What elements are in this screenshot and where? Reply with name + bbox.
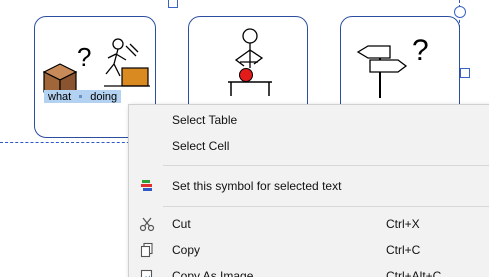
menu-separator [163, 165, 489, 166]
menu-separator [163, 206, 489, 207]
menu-item-cut[interactable]: Cut Ctrl+X [129, 211, 489, 237]
resize-handle-right[interactable] [460, 68, 470, 78]
menu-item-select-cell[interactable]: Select Cell [129, 133, 489, 159]
word-doing[interactable]: doing [90, 91, 117, 103]
table-guide-line-horizontal [0, 142, 135, 143]
menu-item-shortcut: Ctrl+X [386, 217, 420, 231]
menu-item-copy-as-image[interactable]: Copy As Image Ctrl+Alt+C [129, 263, 489, 277]
copy-icon [140, 242, 153, 258]
menu-item-label: Cut [172, 217, 191, 231]
symbol-document-canvas: ? what doing ? Select Table Select Cell … [0, 0, 489, 277]
menu-item-label: Select Cell [172, 139, 230, 153]
scissors-icon [139, 217, 155, 232]
svg-text:?: ? [412, 34, 429, 67]
menu-item-shortcut: Ctrl+C [386, 243, 421, 257]
menu-item-select-table[interactable]: Select Table [129, 107, 489, 133]
context-menu: Select Table Select Cell Set this symbol… [128, 104, 489, 277]
symbol-set-icon [141, 180, 152, 191]
menu-item-shortcut: Ctrl+Alt+C [386, 269, 442, 277]
resize-handle-top[interactable] [168, 0, 178, 8]
selected-symbol-words[interactable]: what doing [44, 90, 122, 103]
menu-item-copy[interactable]: Copy Ctrl+C [129, 237, 489, 263]
copy-image-icon [140, 269, 153, 277]
svg-text:?: ? [77, 42, 91, 72]
menu-item-set-symbol[interactable]: Set this symbol for selected text [129, 173, 489, 199]
menu-item-label: Copy As Image [172, 269, 254, 277]
menu-item-label: Select Table [172, 113, 238, 127]
word-separator [79, 95, 83, 98]
word-what[interactable]: what [48, 91, 71, 103]
menu-item-label: Copy [172, 243, 201, 257]
menu-item-label: Set this symbol for selected text [172, 179, 342, 193]
